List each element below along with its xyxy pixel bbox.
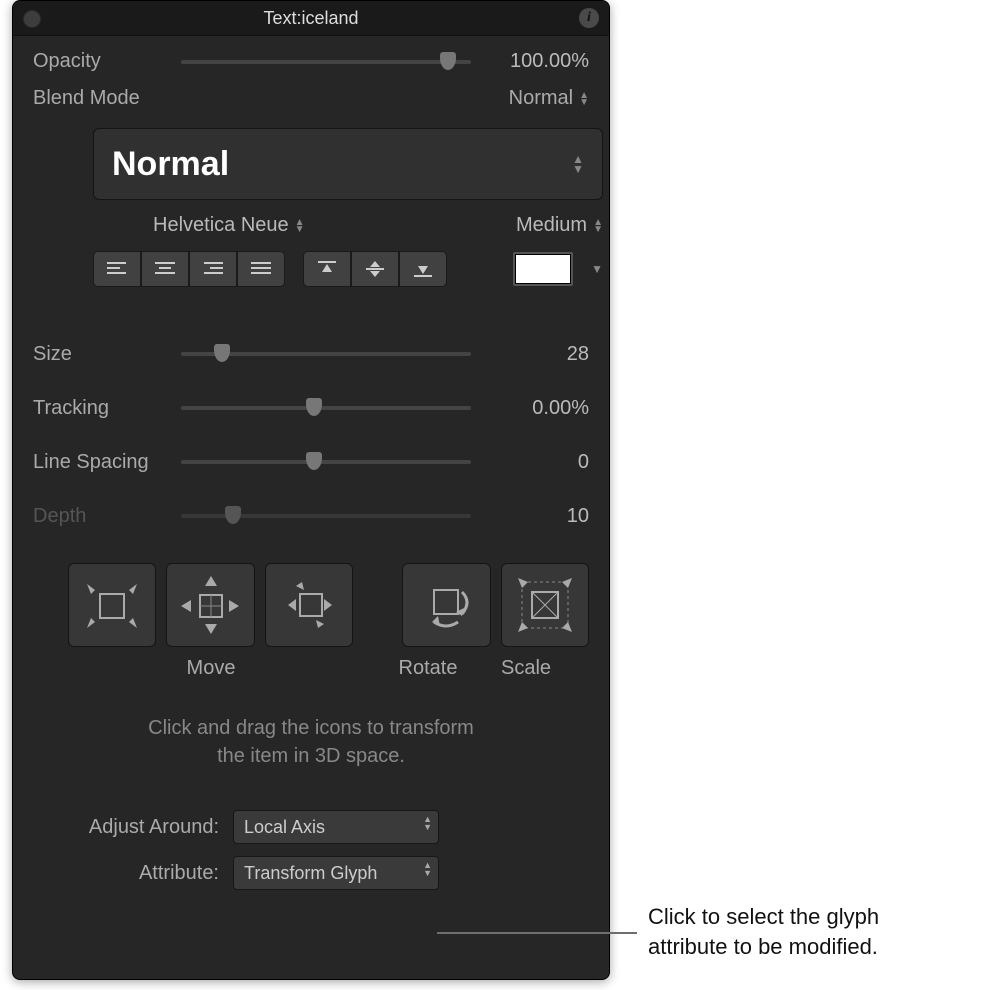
close-window-button[interactable]	[23, 10, 41, 28]
linespacing-label: Line Spacing	[33, 451, 173, 474]
font-family-value: Helvetica Neue	[153, 214, 289, 237]
callout-line	[437, 932, 637, 934]
chevron-updown-icon: ▲▼	[593, 219, 603, 233]
linespacing-slider-thumb[interactable]	[306, 452, 322, 470]
tracking-row: Tracking 0.00%	[33, 381, 589, 435]
scale-label: Scale	[482, 657, 570, 680]
info-icon[interactable]: i	[579, 8, 599, 28]
size-label: Size	[33, 343, 173, 366]
opacity-row: Opacity 100.00%	[33, 50, 589, 73]
title-prefix: Text:	[263, 8, 301, 29]
linespacing-row: Line Spacing 0	[33, 435, 589, 489]
align-left-button[interactable]	[93, 251, 141, 287]
chevron-updown-icon: ▲▼	[295, 219, 305, 233]
callout-text: Click to select the glyph attribute to b…	[648, 902, 879, 962]
opacity-slider-thumb[interactable]	[440, 52, 456, 70]
opacity-value[interactable]: 100.00%	[479, 50, 589, 73]
adjust-around-label: Adjust Around:	[63, 816, 219, 839]
adjust-around-dropdown[interactable]: Local Axis ▲▼	[233, 810, 439, 844]
text-panel: Text: iceland i Opacity 100.00% Blend Mo…	[12, 0, 610, 980]
valign-top-button[interactable]	[303, 251, 351, 287]
font-family-popup[interactable]: Helvetica Neue ▲▼	[153, 214, 305, 237]
opacity-label: Opacity	[33, 50, 173, 73]
tracking-slider-thumb[interactable]	[306, 398, 322, 416]
chevron-updown-icon: ▲▼	[579, 92, 589, 106]
depth-slider	[181, 514, 471, 518]
vertical-align-segment	[303, 251, 447, 287]
move-xyz-tool[interactable]	[166, 563, 254, 647]
chevron-updown-icon: ▲▼	[572, 154, 584, 174]
rotate-tool[interactable]	[402, 563, 490, 647]
scale-tool[interactable]	[501, 563, 589, 647]
align-justify-button[interactable]	[237, 251, 285, 287]
linespacing-value[interactable]: 0	[479, 451, 589, 474]
attribute-label: Attribute:	[63, 862, 219, 885]
attribute-dropdown[interactable]: Transform Glyph ▲▼	[233, 856, 439, 890]
color-dropdown-chevron-icon[interactable]: ▼	[591, 262, 603, 276]
valign-bottom-button[interactable]	[399, 251, 447, 287]
adjust-around-value: Local Axis	[244, 817, 325, 838]
text-style-popup[interactable]: Normal ▲▼	[93, 128, 603, 200]
blendmode-popup[interactable]: Normal ▲▼	[509, 87, 589, 110]
font-weight-value: Medium	[516, 214, 587, 237]
align-right-button[interactable]	[189, 251, 237, 287]
move-xy-tool[interactable]	[68, 563, 156, 647]
titlebar: Text: iceland i	[13, 1, 609, 36]
opacity-slider[interactable]	[181, 60, 471, 64]
align-center-button[interactable]	[141, 251, 189, 287]
depth-slider-thumb	[225, 506, 241, 524]
size-slider[interactable]	[181, 352, 471, 356]
rotate-label: Rotate	[384, 657, 472, 680]
chevron-updown-icon: ▲▼	[423, 815, 432, 831]
transform-hint: Click and drag the icons to transform th…	[73, 714, 549, 770]
horizontal-align-segment	[93, 251, 285, 287]
tracking-slider[interactable]	[181, 406, 471, 410]
blendmode-row: Blend Mode Normal ▲▼	[33, 87, 589, 110]
blendmode-value: Normal	[509, 87, 573, 110]
style-name: Normal	[112, 145, 229, 184]
depth-label: Depth	[33, 505, 173, 528]
text-color-swatch[interactable]	[513, 252, 573, 286]
title-name: iceland	[301, 8, 358, 29]
tracking-value[interactable]: 0.00%	[479, 397, 589, 420]
size-row: Size 28	[33, 327, 589, 381]
tracking-label: Tracking	[33, 397, 173, 420]
size-value[interactable]: 28	[479, 343, 589, 366]
move-z-tool[interactable]	[265, 563, 353, 647]
depth-value: 10	[479, 505, 589, 528]
blendmode-label: Blend Mode	[33, 87, 173, 110]
chevron-updown-icon: ▲▼	[423, 861, 432, 877]
font-weight-popup[interactable]: Medium ▲▼	[516, 214, 603, 237]
valign-middle-button[interactable]	[351, 251, 399, 287]
size-slider-thumb[interactable]	[214, 344, 230, 362]
move-label: Move	[68, 657, 354, 680]
linespacing-slider[interactable]	[181, 460, 471, 464]
attribute-value: Transform Glyph	[244, 863, 377, 884]
depth-row: Depth 10	[33, 489, 589, 543]
